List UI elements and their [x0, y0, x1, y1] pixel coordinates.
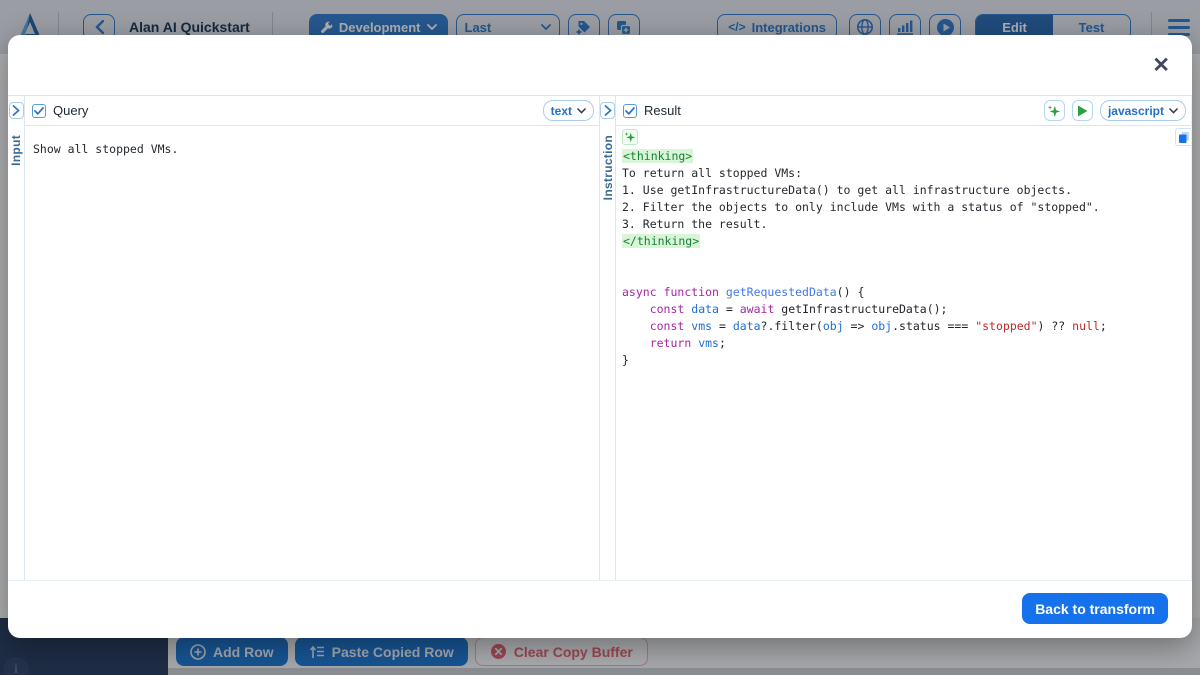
code-line: async function getRequestedData() { — [622, 284, 1185, 301]
sparkle-icon — [1047, 104, 1061, 118]
expand-instruction-button[interactable] — [600, 102, 615, 119]
modal-footer: Back to transform — [8, 581, 1192, 638]
result-checkbox[interactable] — [623, 104, 637, 118]
result-panel-header: Result javascript — [616, 96, 1191, 126]
query-panel: Query text Show all stopped VMs. — [25, 96, 599, 580]
code-line: const data = await getInfrastructureData… — [622, 301, 1185, 318]
check-icon — [34, 107, 44, 115]
input-gutter-label: Input — [9, 135, 23, 166]
query-panel-title: Query — [53, 103, 88, 118]
code-line: 2. Filter the objects to only include VM… — [622, 199, 1185, 216]
query-format-select[interactable]: text — [543, 100, 594, 121]
result-panel: Result javascript — [616, 96, 1192, 580]
query-editor[interactable]: Show all stopped VMs. — [25, 126, 599, 580]
code-line: <thinking> — [622, 148, 1185, 165]
result-code: <thinking>To return all stopped VMs:1. U… — [622, 148, 1185, 369]
result-format-value: javascript — [1108, 104, 1164, 118]
check-icon — [625, 107, 635, 115]
query-checkbox[interactable] — [32, 104, 46, 118]
result-panel-title: Result — [644, 103, 681, 118]
play-icon — [1077, 105, 1088, 117]
code-line: const vms = data?.filter(obj => obj.stat… — [622, 318, 1185, 335]
copy-code-button[interactable] — [1175, 128, 1191, 146]
transform-modal: ✕ Input Query — [8, 35, 1192, 638]
code-line: } — [622, 352, 1185, 369]
chevron-down-icon — [1169, 108, 1178, 114]
panels-container: Input Query text — [8, 95, 1192, 581]
instruction-gutter: Instruction — [599, 96, 616, 580]
result-editor[interactable]: <thinking>To return all stopped VMs:1. U… — [616, 126, 1191, 580]
sparkle-icon — [624, 131, 636, 143]
code-line — [622, 267, 1185, 284]
chevron-down-icon — [577, 108, 586, 114]
query-format-value: text — [551, 104, 572, 118]
code-line: 1. Use getInfrastructureData() to get al… — [622, 182, 1185, 199]
expand-input-button[interactable] — [9, 102, 24, 119]
copy-icon — [1178, 131, 1190, 144]
back-to-transform-button[interactable]: Back to transform — [1022, 593, 1168, 624]
input-gutter: Input — [8, 96, 25, 580]
code-line: 3. Return the result. — [622, 216, 1185, 233]
result-format-select[interactable]: javascript — [1100, 100, 1186, 121]
ai-generate-button[interactable] — [1044, 100, 1065, 121]
query-panel-header: Query text — [25, 96, 599, 126]
instruction-gutter-label: Instruction — [601, 135, 615, 200]
chevron-right-icon — [604, 105, 612, 116]
ai-generated-badge — [622, 129, 638, 145]
screen: Alan AI Quickstart Development Last — [0, 0, 1200, 675]
close-icon[interactable]: ✕ — [1152, 55, 1170, 76]
code-line: To return all stopped VMs: — [622, 165, 1185, 182]
code-line: return vms; — [622, 335, 1185, 352]
code-line — [622, 250, 1185, 267]
code-line: </thinking> — [622, 233, 1185, 250]
chevron-right-icon — [12, 105, 20, 116]
run-result-button[interactable] — [1072, 100, 1093, 121]
